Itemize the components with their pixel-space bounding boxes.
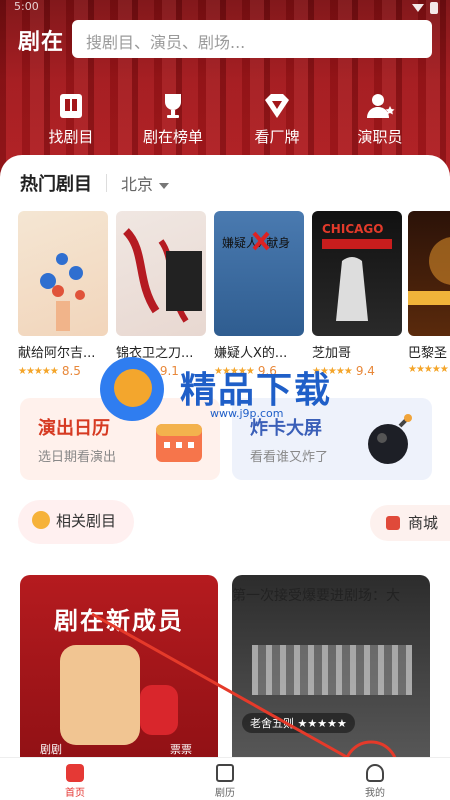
nav-label: 剧历 — [215, 788, 235, 799]
related-label: 相关剧目 — [56, 512, 117, 530]
city-selector[interactable]: 北京 — [121, 171, 170, 195]
app-logo: 剧在 — [18, 30, 65, 55]
feed-author: 老舍五则 ★★★★★ — [242, 713, 355, 733]
trophy-icon — [157, 90, 189, 122]
mascot-image — [60, 645, 140, 745]
quick-link-find-show[interactable]: 找剧目 — [26, 90, 116, 147]
show-rating: 8.5 — [61, 364, 81, 378]
show-poster: 嫌疑人X献身 — [214, 211, 304, 336]
search-input[interactable]: 搜剧目、演员、剧场... — [72, 20, 432, 58]
show-card[interactable]: 献给阿尔吉... ★★★★★ 8.5 — [18, 211, 108, 378]
shop-label: 商城 — [407, 514, 438, 532]
calendar-icon — [156, 424, 202, 462]
chevron-down-icon — [159, 182, 170, 189]
wifi-icon — [412, 4, 424, 12]
hot-section-header: 热门剧目 北京 — [20, 171, 170, 195]
quick-link-label: 找剧目 — [48, 128, 94, 146]
mascot-label: 票票 — [170, 743, 192, 756]
show-title: 献给阿尔吉... — [18, 346, 96, 361]
star-rating-icon: ★★★★★ — [408, 364, 449, 375]
show-card[interactable]: 锦衣卫之刀... ★★★★★9.1 — [116, 211, 206, 378]
user-icon — [366, 764, 384, 782]
quick-links: 找剧目 剧在榜单 看厂牌 演职员 — [0, 90, 450, 150]
nav-calendar[interactable]: 剧历 — [195, 764, 255, 799]
feed-card-title: 剧在新成员 — [54, 607, 184, 635]
mascot-image — [140, 685, 178, 735]
feed-caption: 第一次接受爆要进剧场：大 — [232, 588, 400, 604]
status-time: 5:00 — [14, 0, 39, 13]
show-poster — [116, 211, 206, 336]
show-poster — [408, 211, 450, 336]
nav-label: 首页 — [65, 788, 85, 799]
show-poster — [18, 211, 108, 336]
bottom-nav: 首页 剧历 我的 — [0, 757, 450, 800]
show-card[interactable]: 巴黎圣 ★★★★★ — [408, 211, 450, 375]
section-title: 热门剧目 — [20, 174, 92, 195]
main-content: 热门剧目 北京 献给阿尔吉... ★★★★★8.5 锦衣卫之刀... ★★★★★… — [0, 155, 450, 760]
nav-home[interactable]: 首页 — [45, 764, 105, 799]
quick-link-label: 剧在榜单 — [142, 128, 203, 146]
watermark-logo: 精品下载 www.j9p.com — [100, 355, 360, 425]
mascot-label: 剧剧 — [40, 743, 62, 756]
related-shows-tab[interactable]: 相关剧目 — [18, 500, 135, 544]
smiley-icon — [32, 511, 50, 529]
show-poster: CHICAGO — [312, 211, 402, 336]
person-star-icon — [364, 90, 396, 122]
quick-link-label: 看厂牌 — [254, 128, 300, 146]
diamond-icon — [261, 90, 293, 122]
quick-link-rankings[interactable]: 剧在榜单 — [128, 90, 218, 147]
watermark-title: 精品下载 — [180, 370, 333, 411]
quick-link-label: 演职员 — [357, 128, 403, 146]
calendar-icon — [216, 764, 234, 782]
divider — [106, 174, 107, 192]
show-card[interactable]: 嫌疑人X献身 嫌疑人X的... ★★★★★ 9.6 — [214, 211, 304, 378]
home-icon — [66, 764, 84, 782]
feed-card[interactable]: 剧在新成员 剧剧 票票 — [20, 575, 218, 760]
stage-photo — [252, 645, 412, 695]
bomb-icon — [368, 414, 412, 464]
shop-button[interactable]: 商城 — [369, 505, 450, 541]
show-card[interactable]: CHICAGO 芝加哥 ★★★★★ 9.4 — [312, 211, 402, 378]
nav-label: 我的 — [365, 788, 385, 799]
quick-link-cast[interactable]: 演职员 — [335, 90, 425, 147]
watermark-url: www.j9p.com — [210, 407, 284, 420]
header: 5:00 剧在 搜剧目、演员、剧场... 找剧目 剧在榜单 看厂牌 演职员 — [0, 0, 450, 180]
show-title: 巴黎圣 — [408, 346, 448, 361]
svg-text:CHICAGO: CHICAGO — [322, 222, 383, 236]
book-icon — [55, 90, 87, 122]
nav-profile[interactable]: 我的 — [345, 764, 405, 799]
battery-icon — [430, 2, 438, 14]
city-label: 北京 — [121, 175, 154, 194]
status-bar: 5:00 — [0, 0, 450, 16]
quick-link-brands[interactable]: 看厂牌 — [232, 90, 322, 147]
star-rating-icon: ★★★★★ — [18, 365, 59, 377]
shopping-bag-icon — [385, 516, 400, 530]
